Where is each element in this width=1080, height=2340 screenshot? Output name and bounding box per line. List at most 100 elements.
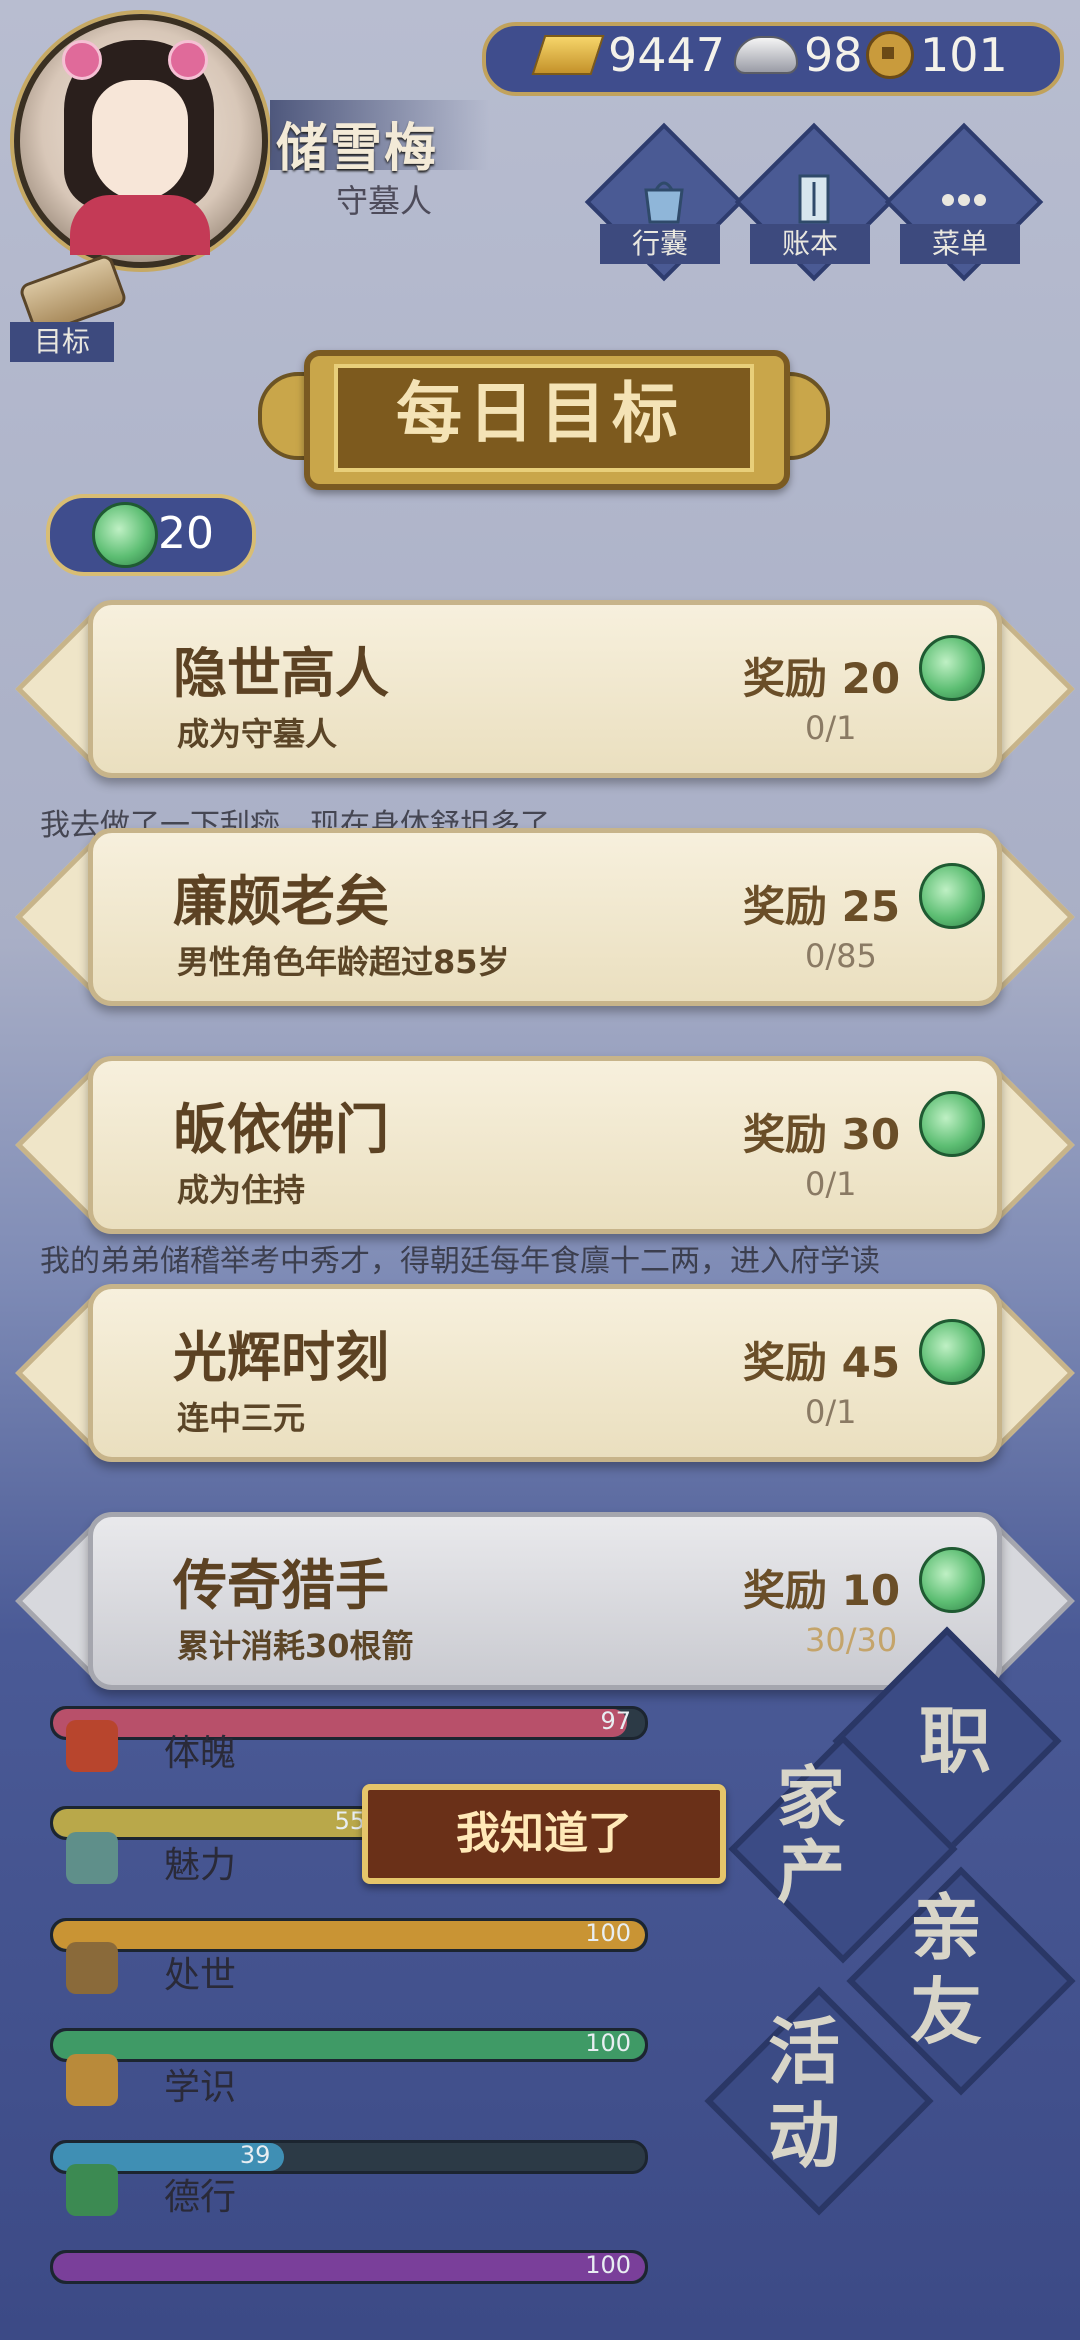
attribute-bar: 39 bbox=[50, 2140, 648, 2174]
goal-reward-prefix: 奖励 bbox=[743, 654, 828, 703]
player-title: 守墓人 bbox=[336, 182, 433, 220]
card-body: 廉颇老矣 男性角色年龄超过85岁 奖励 25 0/85 bbox=[88, 828, 1002, 1006]
log-line: 我的弟弟储稽举考中秀才，得朝廷每年食廪十二两，进入府学读 bbox=[40, 1244, 880, 1279]
nav-activity-label[interactable]: 活动 bbox=[744, 2010, 864, 2178]
nav-friends-label[interactable]: 亲友 bbox=[886, 1886, 1006, 2054]
attribute-label: 学识 bbox=[164, 2067, 237, 2108]
goal-progress: 0/1 bbox=[805, 1165, 857, 1203]
goal-title: 廉颇老矣 bbox=[173, 870, 389, 933]
goal-description: 成为守墓人 bbox=[177, 715, 338, 753]
jade-token-icon bbox=[919, 1547, 985, 1613]
jade-token-icon bbox=[92, 502, 158, 568]
avatar-face bbox=[92, 80, 188, 200]
goal-card: 光辉时刻 连中三元 奖励 45 0/1 bbox=[15, 1284, 1075, 1462]
nav-property-label[interactable]: 家产 bbox=[756, 1762, 866, 1910]
attribute-bar: 100 bbox=[50, 1918, 648, 1952]
goal-progress: 0/1 bbox=[805, 709, 857, 747]
beads-icon bbox=[66, 2164, 118, 2216]
goal-card: 皈依佛门 成为住持 奖励 30 0/1 bbox=[15, 1056, 1075, 1234]
goal-description: 累计消耗30根箭 bbox=[177, 1627, 414, 1665]
goal-progress: 0/1 bbox=[805, 1393, 857, 1431]
gold-amount: 9447 bbox=[608, 28, 726, 82]
silver-amount: 98 bbox=[804, 28, 863, 82]
menu-label[interactable]: 菜单 bbox=[900, 224, 1020, 264]
goal-reward-prefix: 奖励 bbox=[743, 882, 828, 931]
book-basket-icon bbox=[66, 2054, 118, 2106]
attribute-value: 100 bbox=[585, 2251, 631, 2279]
coin-amount: 101 bbox=[920, 28, 1008, 82]
card-body: 皈依佛门 成为住持 奖励 30 0/1 bbox=[88, 1056, 1002, 1234]
mirror-icon bbox=[66, 1832, 118, 1884]
attribute-bar-fill bbox=[53, 1709, 628, 1737]
goal-reward: 奖励 45 bbox=[743, 1329, 900, 1390]
attribute-bar: 97 bbox=[50, 1706, 648, 1740]
goal-description: 男性角色年龄超过85岁 bbox=[177, 943, 510, 981]
card-body: 传奇猎手 累计消耗30根箭 奖励 10 30/30 bbox=[88, 1512, 1002, 1690]
player-name: 储雪梅 bbox=[276, 119, 439, 179]
goal-card: 传奇猎手 累计消耗30根箭 奖励 10 30/30 bbox=[15, 1512, 1075, 1690]
goal-reward: 奖励 20 bbox=[743, 645, 900, 706]
attribute-bar-fill bbox=[53, 2253, 645, 2281]
attribute-bar-fill bbox=[53, 2031, 645, 2059]
goal-title: 传奇猎手 bbox=[173, 1554, 389, 1617]
goal-button-label[interactable]: 目标 bbox=[10, 322, 114, 362]
coin-resource: 101 bbox=[866, 28, 1008, 82]
goal-description: 成为住持 bbox=[177, 1171, 306, 1209]
goal-reward-prefix: 奖励 bbox=[743, 1338, 828, 1387]
goal-title: 隐世高人 bbox=[173, 642, 389, 705]
jade-token-icon bbox=[919, 863, 985, 929]
goal-reward-value: 45 bbox=[841, 1338, 901, 1387]
hair-flower-icon bbox=[168, 40, 208, 80]
attribute-value: 97 bbox=[600, 1707, 631, 1735]
bag-icon bbox=[636, 170, 692, 226]
nav-job-label[interactable]: 职 bbox=[900, 1698, 1010, 1784]
ledger-icon bbox=[786, 170, 842, 226]
bag-label[interactable]: 行囊 bbox=[600, 224, 720, 264]
attribute-bar: 100 bbox=[50, 2250, 648, 2284]
avatar-robe bbox=[70, 195, 210, 255]
menu-dots-icon bbox=[936, 170, 992, 226]
gold-ingot-icon bbox=[531, 35, 605, 75]
hair-flower-icon bbox=[62, 40, 102, 80]
attribute-bar: 100 bbox=[50, 2028, 648, 2062]
goal-reward-prefix: 奖励 bbox=[743, 1110, 828, 1159]
goal-progress: 0/85 bbox=[805, 937, 877, 975]
goal-reward-value: 25 bbox=[841, 882, 901, 931]
jade-token-icon bbox=[919, 1319, 985, 1385]
dialog-title: 每日目标 bbox=[396, 375, 684, 452]
attribute-bar-fill bbox=[53, 1921, 645, 1949]
goal-reward: 奖励 25 bbox=[743, 873, 900, 934]
attribute-label: 魅力 bbox=[164, 1845, 237, 1886]
card-body: 光辉时刻 连中三元 奖励 45 0/1 bbox=[88, 1284, 1002, 1462]
goal-description: 连中三元 bbox=[177, 1399, 306, 1437]
copper-coin-icon bbox=[866, 31, 914, 79]
hat-icon bbox=[66, 1942, 118, 1994]
goal-reward: 奖励 10 bbox=[743, 1557, 900, 1618]
silver-ingot-icon bbox=[734, 36, 798, 74]
gold-resource: 9447 bbox=[531, 28, 726, 82]
goal-progress: 30/30 bbox=[805, 1621, 898, 1659]
attribute-label: 体魄 bbox=[164, 1733, 237, 1774]
nav-activity-text: 活动 bbox=[767, 2009, 840, 2178]
nav-friends-text: 亲友 bbox=[909, 1885, 982, 2054]
nav-property-text: 家产 bbox=[776, 1759, 845, 1913]
attribute-value: 100 bbox=[585, 2029, 631, 2057]
goal-title: 皈依佛门 bbox=[173, 1098, 389, 1161]
goal-reward-value: 20 bbox=[841, 654, 901, 703]
goal-reward-value: 30 bbox=[841, 1110, 901, 1159]
jade-token-icon bbox=[919, 1091, 985, 1157]
goal-title: 光辉时刻 bbox=[173, 1326, 389, 1389]
goal-card: 廉颇老矣 男性角色年龄超过85岁 奖励 25 0/85 bbox=[15, 828, 1075, 1006]
attribute-label: 处世 bbox=[164, 1955, 237, 1996]
total-reward-value: 20 bbox=[158, 508, 214, 559]
attribute-label: 德行 bbox=[164, 2177, 237, 2218]
ledger-label[interactable]: 账本 bbox=[750, 224, 870, 264]
attribute-value: 55 bbox=[334, 1807, 366, 1835]
goal-reward-prefix: 奖励 bbox=[743, 1566, 828, 1615]
fire-hydrant-icon bbox=[66, 1720, 118, 1772]
card-body: 隐世高人 成为守墓人 奖励 20 0/1 bbox=[88, 600, 1002, 778]
goal-reward-value: 10 bbox=[841, 1566, 901, 1615]
goal-reward: 奖励 30 bbox=[743, 1101, 900, 1162]
confirm-button[interactable]: 我知道了 bbox=[362, 1784, 726, 1884]
jade-token-icon bbox=[919, 635, 985, 701]
